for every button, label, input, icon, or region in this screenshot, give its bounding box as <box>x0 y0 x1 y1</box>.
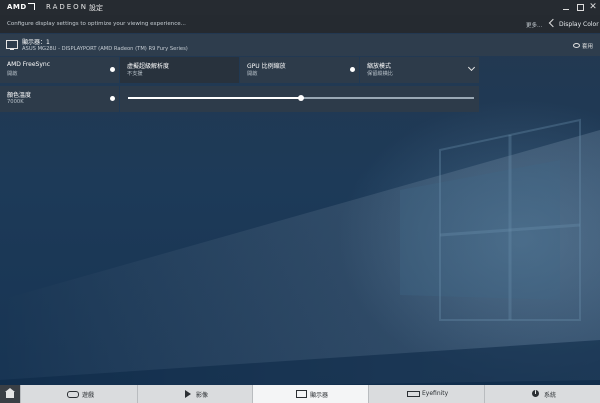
color-temp-value: 7000K <box>7 99 24 105</box>
freesync-label: AMD FreeSync <box>7 61 51 68</box>
nav-eyefinity[interactable]: Eyefinity <box>368 385 484 403</box>
color-temp-label: 顏色溫度 <box>7 92 32 99</box>
monitor-icon <box>6 40 18 50</box>
display-header: 顯示器：1 ASUS MG28U - DISPLAYPORT (AMD Rade… <box>0 34 600 56</box>
nav-display-label: 顯示器 <box>310 392 329 399</box>
slider-fill <box>128 97 301 99</box>
scaling-mode-tile[interactable]: 縮放模式 保留縱橫比 <box>360 57 479 83</box>
gamepad-icon <box>67 391 79 398</box>
freesync-toggle[interactable] <box>110 67 115 72</box>
radeon-brand: RADEON <box>46 3 88 11</box>
nav-eyefinity-label: Eyefinity <box>422 390 449 397</box>
gpu-scaling-toggle[interactable] <box>350 67 355 72</box>
nav-system[interactable]: i 系統 <box>484 385 600 403</box>
vsr-value: 不支援 <box>127 71 143 77</box>
apply-label: 套用 <box>582 44 594 50</box>
vsr-label: 虛擬超級解析度 <box>127 63 170 70</box>
home-button[interactable] <box>0 385 20 403</box>
eye-icon <box>573 43 580 48</box>
gpu-scaling-tile[interactable]: GPU 比例縮放 開啟 <box>240 57 359 83</box>
nav-video[interactable]: 影像 <box>137 385 252 403</box>
monitor-icon <box>296 390 307 398</box>
nav-games-label: 遊戲 <box>82 392 95 399</box>
freesync-tile[interactable]: AMD FreeSync 開啟 <box>0 57 119 83</box>
amd-logo: AMD <box>7 3 35 11</box>
color-temp-toggle[interactable] <box>110 96 115 101</box>
vsr-tile: 虛擬超級解析度 不支援 <box>120 57 239 83</box>
color-temp-tile: 顏色溫度 7000K <box>0 86 119 112</box>
apply-button[interactable]: 套用 <box>573 42 593 50</box>
nav-games[interactable]: 遊戲 <box>20 385 137 403</box>
gpu-scaling-value: 開啟 <box>247 71 258 77</box>
title-bar: AMD RADEON 設定 ✕ <box>0 0 600 15</box>
bottom-nav: 遊戲 影像 顯示器 Eyefinity i 系統 <box>0 385 600 403</box>
page-title: 設定 <box>89 4 103 12</box>
chevron-down-icon[interactable] <box>467 63 476 72</box>
eyefinity-icon <box>407 391 420 397</box>
nav-display[interactable]: 顯示器 <box>252 385 368 403</box>
gpu-scaling-label: GPU 比例縮放 <box>247 63 286 70</box>
display-title: 顯示器：1 <box>22 39 50 46</box>
play-icon <box>185 390 191 398</box>
pencil-icon <box>548 18 558 28</box>
info-icon: i <box>532 390 539 397</box>
display-color-label: Display Color <box>559 21 599 28</box>
maximize-button[interactable] <box>574 1 586 13</box>
nav-system-label: 系統 <box>544 392 557 399</box>
minimize-button[interactable] <box>560 1 572 13</box>
slider-handle[interactable] <box>298 95 304 101</box>
display-color-button[interactable]: Display Color <box>548 18 599 28</box>
scaling-mode-value: 保留縱橫比 <box>367 71 393 77</box>
home-icon-body <box>6 392 14 398</box>
page-hint: Configure display settings to optimize y… <box>7 21 186 27</box>
close-button[interactable]: ✕ <box>587 1 599 13</box>
subtitle-bar: Configure display settings to optimize y… <box>0 15 600 33</box>
display-subtitle: ASUS MG28U - DISPLAYPORT (AMD Radeon (TM… <box>22 46 188 52</box>
freesync-value: 開啟 <box>7 71 18 77</box>
nav-video-label: 影像 <box>196 392 209 399</box>
more-link[interactable]: 更多... <box>526 21 542 29</box>
scaling-mode-label: 縮放模式 <box>367 63 392 70</box>
color-temp-slider[interactable] <box>128 95 474 101</box>
